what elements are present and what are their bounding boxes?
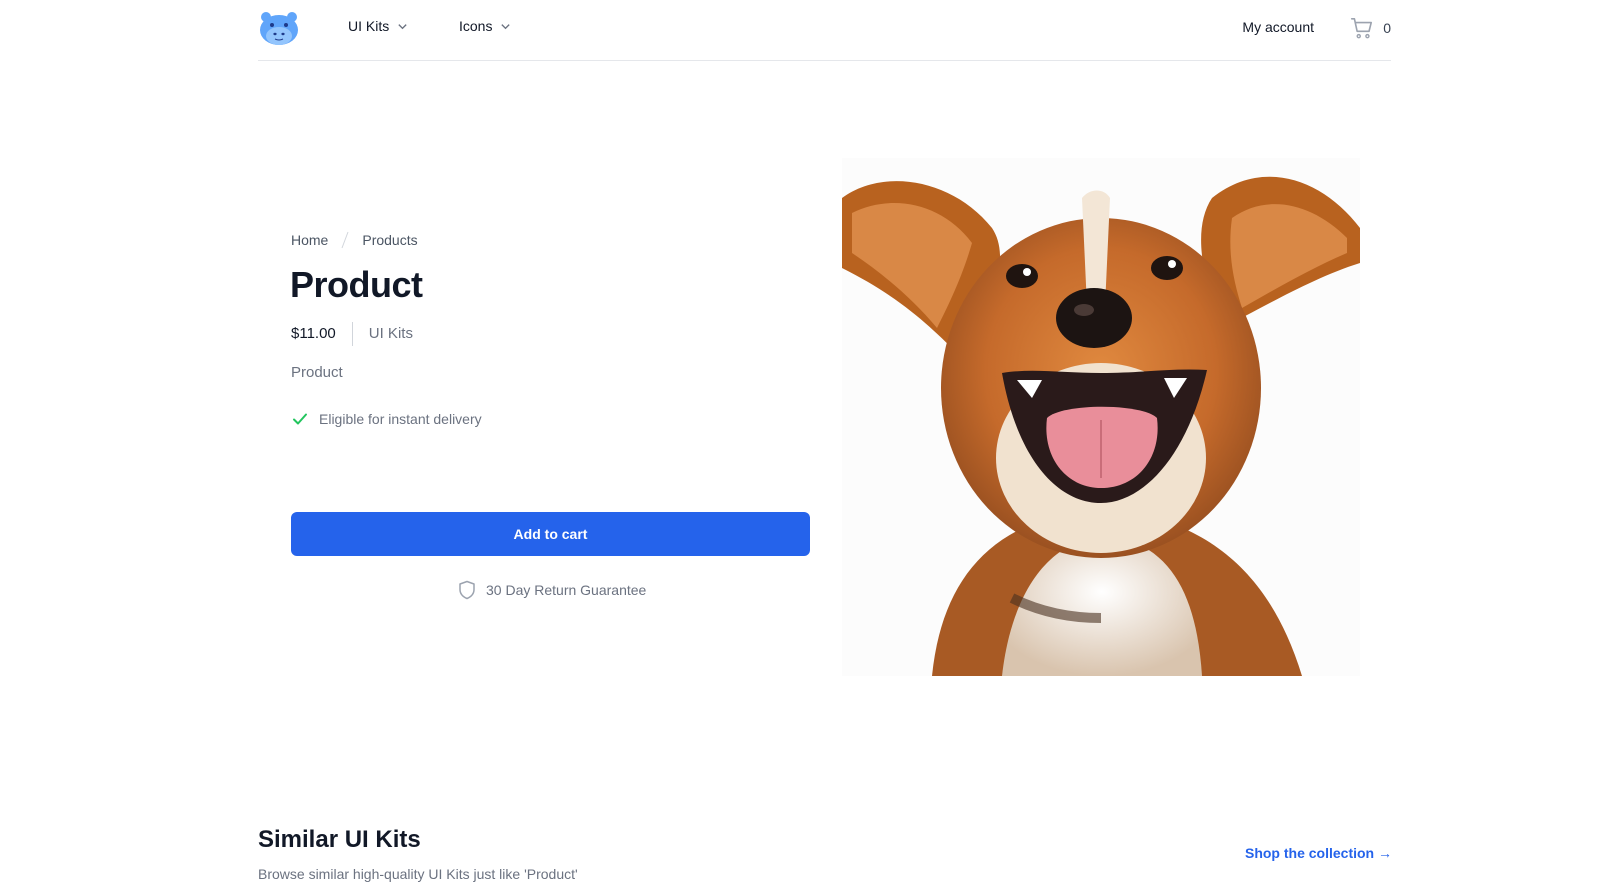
shop-collection-link[interactable]: Shop the collection → <box>1245 845 1392 861</box>
shopping-cart-icon <box>1351 17 1373 39</box>
slash-separator-icon <box>341 231 349 249</box>
delivery-text: Eligible for instant delivery <box>319 411 482 427</box>
cart-count: 0 <box>1383 20 1391 36</box>
check-icon <box>293 413 307 425</box>
delivery-status: Eligible for instant delivery <box>291 410 482 428</box>
nav-icons[interactable]: Icons <box>459 18 511 34</box>
price-row: $11.00 UI Kits <box>291 322 413 346</box>
breadcrumb-products[interactable]: Products <box>362 232 417 248</box>
return-guarantee[interactable]: 30 Day Return Guarantee <box>458 580 646 600</box>
nav-ui-kits[interactable]: UI Kits <box>348 18 408 34</box>
chevron-down-icon <box>501 23 511 29</box>
nav-ui-kits-label: UI Kits <box>348 18 390 34</box>
nav-icons-label: Icons <box>459 18 493 34</box>
shield-icon <box>459 580 475 600</box>
product-image <box>842 158 1360 676</box>
cart-button[interactable]: 0 <box>1349 15 1391 41</box>
breadcrumb-home[interactable]: Home <box>291 232 328 248</box>
similar-section-subtitle: Browse similar high-quality UI Kits just… <box>258 866 578 882</box>
product-category: UI Kits <box>368 325 413 342</box>
chevron-down-icon <box>398 23 407 29</box>
product-description: Product <box>291 364 343 381</box>
my-account-link[interactable]: My account <box>1242 19 1314 35</box>
similar-section-title: Similar UI Kits <box>258 826 421 853</box>
breadcrumb: Home Products <box>291 230 418 250</box>
product-title: Product <box>290 264 423 305</box>
dog-photo <box>842 158 1360 676</box>
site-header: UI Kits Icons My account 0 <box>258 0 1391 61</box>
guarantee-text: 30 Day Return Guarantee <box>486 582 647 598</box>
add-to-cart-button[interactable]: Add to cart <box>291 512 810 556</box>
product-price: $11.00 <box>291 322 353 346</box>
hippo-logo-icon[interactable] <box>258 10 300 46</box>
